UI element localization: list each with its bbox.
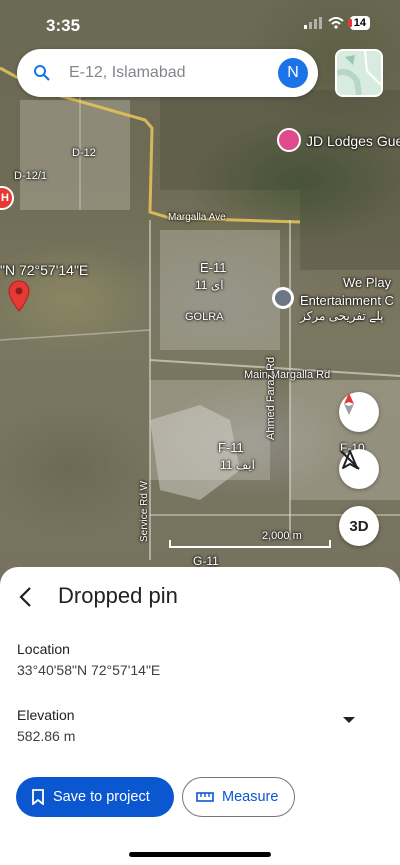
wifi-icon — [328, 17, 344, 29]
hotel-poi-icon[interactable] — [277, 128, 301, 152]
search-bar[interactable]: E-12, Islamabad N — [17, 49, 318, 97]
map-label-entertainment[interactable]: Entertainment C — [300, 293, 394, 308]
map-label-margalla-ave: Margalla Ave — [168, 212, 226, 223]
account-avatar[interactable]: N — [278, 58, 308, 88]
3d-view-button[interactable]: 3D — [339, 506, 379, 546]
back-arrow-icon — [19, 587, 31, 607]
elevation-value: 582.86 m — [17, 728, 76, 744]
map-scale-label: 2,000 m — [262, 530, 302, 542]
map-label-ahmed-faraz: Ahmed Faraz Rd — [265, 356, 277, 440]
map-label-we-play[interactable]: We Play — [343, 275, 391, 290]
navigation-off-icon — [340, 450, 360, 470]
map-label-d12-1: D-12/1 — [14, 170, 48, 182]
dropped-pin-icon[interactable] — [8, 280, 30, 312]
signal-icon — [303, 17, 322, 29]
map-label-g11: G-11 — [193, 554, 219, 568]
map-label-main-margalla: Main Margalla Rd — [244, 369, 331, 381]
entertainment-poi-icon[interactable] — [272, 287, 294, 309]
measure-button-label: Measure — [222, 789, 279, 805]
map-label-urdu-play: پلے تفریحی مرکز — [300, 309, 384, 323]
elevation-expand-icon[interactable] — [343, 717, 355, 723]
navigation-off-button[interactable] — [339, 449, 379, 489]
search-query[interactable]: E-12, Islamabad — [69, 64, 186, 82]
measure-button[interactable]: Measure — [182, 777, 295, 817]
battery-indicator: 14 — [347, 16, 370, 30]
status-time: 3:35 — [46, 16, 81, 35]
map-label-f11: F-11 — [218, 440, 244, 455]
map-label-f11-urdu: ایف 11 — [220, 458, 255, 472]
map-label-golra: GOLRA — [185, 311, 224, 323]
sheet-title: Dropped pin — [58, 583, 178, 608]
bookmark-icon — [32, 789, 44, 805]
compass-button[interactable] — [339, 392, 379, 432]
elevation-label: Elevation — [17, 707, 75, 723]
map-label-coordinates: "N 72°57'14"E — [0, 262, 89, 278]
location-label: Location — [17, 641, 70, 657]
map-label-jd-lodges[interactable]: JD Lodges Gue — [306, 133, 400, 149]
ruler-icon — [196, 792, 214, 802]
map-label-d12: D-12 — [72, 147, 96, 159]
location-value[interactable]: 33°40'58"N 72°57'14"E — [17, 662, 160, 678]
place-bottom-sheet: Dropped pin Location 33°40'58"N 72°57'14… — [0, 567, 400, 865]
map-layers-icon — [337, 51, 381, 95]
save-button-label: Save to project — [53, 789, 150, 805]
search-icon — [34, 65, 50, 81]
layers-button[interactable] — [335, 49, 383, 97]
map-label-e11: E-11 — [200, 260, 227, 275]
map-label-service-rd: Service Rd W — [139, 480, 150, 542]
map-label-e11-urdu: ای 11 — [195, 278, 224, 292]
compass-icon — [344, 393, 354, 415]
back-button[interactable] — [12, 583, 40, 611]
status-bar: 3:35 14 — [0, 0, 400, 44]
save-to-project-button[interactable]: Save to project — [16, 777, 174, 817]
home-indicator[interactable] — [129, 852, 271, 857]
